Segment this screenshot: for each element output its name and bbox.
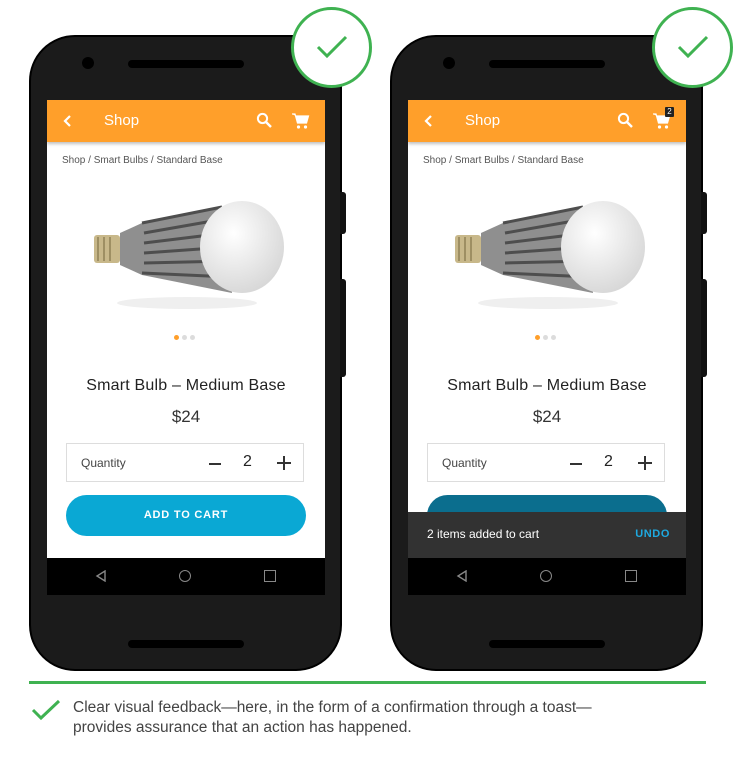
- speaker-bottom: [128, 640, 244, 648]
- carousel-indicator[interactable]: [535, 325, 559, 344]
- minus-icon[interactable]: [209, 463, 221, 465]
- breadcrumb[interactable]: Shop / Smart Bulbs / Standard Base: [423, 155, 584, 166]
- plus-icon[interactable]: [277, 456, 291, 470]
- volume-button: [701, 192, 707, 234]
- screen: Shop Shop / Smart Bulbs / Standard Base: [47, 100, 325, 595]
- front-camera: [82, 57, 94, 69]
- caption-text: Clear visual feedback—here, in the form …: [73, 699, 592, 736]
- nav-home-icon[interactable]: [540, 570, 552, 582]
- carousel-dot[interactable]: [551, 335, 556, 340]
- carousel-dot[interactable]: [182, 335, 187, 340]
- product-image: [455, 201, 645, 309]
- plus-icon[interactable]: [638, 456, 652, 470]
- quantity-label: Quantity: [442, 456, 487, 470]
- carousel-dot[interactable]: [190, 335, 195, 340]
- check-icon: [677, 35, 709, 59]
- nav-back-icon[interactable]: [95, 570, 107, 582]
- add-to-cart-button[interactable]: ADD TO CART: [66, 495, 306, 536]
- check-badge: [291, 7, 372, 88]
- app-bar: Shop 2: [408, 100, 686, 142]
- power-button: [340, 279, 346, 377]
- check-icon: [316, 35, 348, 59]
- nav-recent-icon[interactable]: [264, 570, 276, 582]
- search-icon[interactable]: [256, 112, 273, 129]
- system-nav-bar: [408, 558, 686, 595]
- carousel-dot[interactable]: [543, 335, 548, 340]
- cart-count-badge: 2: [665, 107, 674, 117]
- speaker-top: [489, 60, 605, 68]
- quantity-stepper: Quantity 2: [427, 443, 665, 482]
- back-arrow-icon[interactable]: [422, 111, 436, 131]
- check-badge: [652, 7, 733, 88]
- app-bar: Shop: [47, 100, 325, 142]
- app-bar-title: Shop: [465, 112, 501, 129]
- product-title: Smart Bulb – Medium Base: [447, 377, 647, 394]
- quantity-stepper: Quantity 2: [66, 443, 304, 482]
- speaker-top: [128, 60, 244, 68]
- search-icon[interactable]: [617, 112, 634, 129]
- product-title: Smart Bulb – Medium Base: [86, 377, 286, 394]
- minus-icon[interactable]: [570, 463, 582, 465]
- quantity-label: Quantity: [81, 456, 126, 470]
- check-icon: [31, 699, 61, 721]
- speaker-bottom: [489, 640, 605, 648]
- screen: Shop 2 Shop / Smart Bulbs / Standard Bas…: [408, 100, 686, 595]
- quantity-value: 2: [604, 453, 613, 470]
- breadcrumb[interactable]: Shop / Smart Bulbs / Standard Base: [62, 155, 223, 166]
- product-price: $24: [171, 407, 201, 426]
- divider: [29, 681, 706, 684]
- system-nav-bar: [47, 558, 325, 595]
- back-arrow-icon[interactable]: [61, 111, 75, 131]
- cart-icon[interactable]: [291, 112, 310, 130]
- power-button: [701, 279, 707, 377]
- undo-button[interactable]: UNDO: [635, 528, 670, 540]
- quantity-value: 2: [243, 453, 252, 470]
- product-price: $24: [532, 407, 562, 426]
- volume-button: [340, 192, 346, 234]
- app-bar-title: Shop: [104, 112, 140, 129]
- product-image: [94, 201, 284, 309]
- nav-back-icon[interactable]: [456, 570, 468, 582]
- carousel-dot[interactable]: [174, 335, 179, 340]
- carousel-indicator[interactable]: [174, 325, 198, 344]
- front-camera: [443, 57, 455, 69]
- toast-snackbar: 2 items added to cart UNDO: [408, 512, 686, 558]
- nav-home-icon[interactable]: [179, 570, 191, 582]
- phone-after: Shop 2 Shop / Smart Bulbs / Standard Bas…: [390, 35, 707, 671]
- toast-message: 2 items added to cart: [427, 527, 540, 541]
- carousel-dot[interactable]: [535, 335, 540, 340]
- phone-before: Shop Shop / Smart Bulbs / Standard Base: [29, 35, 346, 671]
- nav-recent-icon[interactable]: [625, 570, 637, 582]
